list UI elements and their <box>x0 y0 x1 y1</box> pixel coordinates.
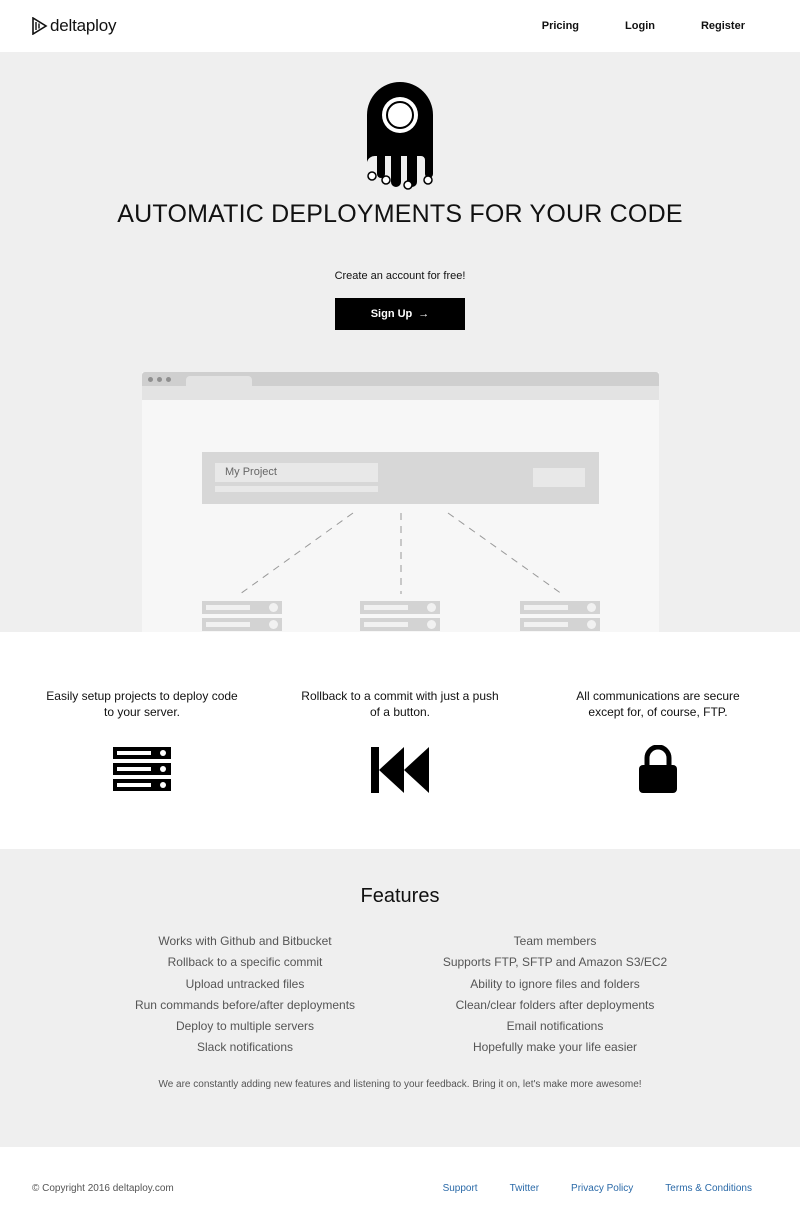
octopus-logo-icon <box>367 82 433 190</box>
nav-register-link[interactable]: Register <box>701 20 745 32</box>
nav-login-link[interactable]: Login <box>625 20 655 32</box>
feature-item: Run commands before/after deployments <box>134 997 356 1012</box>
server-graphic <box>520 601 600 632</box>
brand-logo[interactable]: deltaploy <box>32 16 116 36</box>
footer-privacy-link[interactable]: Privacy Policy <box>571 1183 633 1194</box>
lock-icon <box>639 745 677 793</box>
feature-item: Hopefully make your life easier <box>472 1040 638 1055</box>
feature-item: Upload untracked files <box>185 976 305 991</box>
feature-item: Ability to ignore files and folders <box>470 976 640 991</box>
brand-name: deltaploy <box>50 16 117 35</box>
footer: © Copyright 2016 deltaploy.com Support T… <box>0 1147 800 1229</box>
footer-twitter-link[interactable]: Twitter <box>510 1183 539 1194</box>
highlight-item: All communications are secure except for… <box>558 688 758 720</box>
browser-mockup: My Project <box>142 372 659 632</box>
feature-item: Slack notifications <box>196 1040 294 1055</box>
arrow-right-icon: → <box>418 308 430 320</box>
highlights-section: Easily setup projects to deploy code to … <box>0 632 800 849</box>
feature-item: Deploy to multiple servers <box>175 1019 315 1034</box>
feature-item: Supports FTP, SFTP and Amazon S3/EC2 <box>442 955 668 970</box>
top-nav: deltaploy Pricing Login Register <box>0 0 800 52</box>
rewind-icon <box>371 747 429 793</box>
feature-item: Email notifications <box>506 1019 604 1034</box>
features-title: Features <box>360 885 440 907</box>
nav-links: Pricing Login Register <box>496 0 745 52</box>
footer-support-link[interactable]: Support <box>443 1183 478 1194</box>
footer-links: Support Twitter Privacy Policy Terms & C… <box>411 1183 752 1194</box>
feature-item: Clean/clear folders after deployments <box>455 997 655 1012</box>
feature-item: Team members <box>513 934 597 948</box>
features-right-list: Team members Supports FTP, SFTP and Amaz… <box>425 933 685 1061</box>
footer-terms-link[interactable]: Terms & Conditions <box>665 1183 752 1194</box>
nav-pricing-link[interactable]: Pricing <box>542 20 579 32</box>
highlight-item: Rollback to a commit with just a push of… <box>300 688 500 720</box>
highlight-item: Easily setup projects to deploy code to … <box>42 688 242 720</box>
hero-title: AUTOMATIC DEPLOYMENTS FOR YOUR CODE <box>117 200 683 228</box>
deploy-connections <box>239 512 563 595</box>
feature-item: Rollback to a specific commit <box>167 955 323 970</box>
signup-button[interactable]: Sign Up → <box>335 298 465 330</box>
deltaploy-mark-icon <box>32 17 48 35</box>
highlight-text: Easily setup projects to deploy code to … <box>46 689 238 719</box>
signup-button-label: Sign Up <box>370 308 413 320</box>
hero-section: AUTOMATIC DEPLOYMENTS FOR YOUR CODE Crea… <box>0 52 800 632</box>
server-graphic <box>202 601 282 632</box>
features-section: Features Works with Github and Bitbucket… <box>0 849 800 1147</box>
server-stack-icon <box>113 747 171 791</box>
feature-item: Works with Github and Bitbucket <box>158 934 332 948</box>
copyright-text: © Copyright 2016 deltaploy.com <box>32 1183 174 1194</box>
hero-subtitle: Create an account for free! <box>334 270 466 282</box>
highlight-text: Rollback to a commit with just a push of… <box>301 689 499 719</box>
features-note: We are constantly adding new features an… <box>158 1079 642 1090</box>
server-graphic <box>360 601 440 632</box>
features-left-list: Works with Github and Bitbucket Rollback… <box>115 933 375 1061</box>
highlight-text: All communications are secure except for… <box>576 689 740 719</box>
